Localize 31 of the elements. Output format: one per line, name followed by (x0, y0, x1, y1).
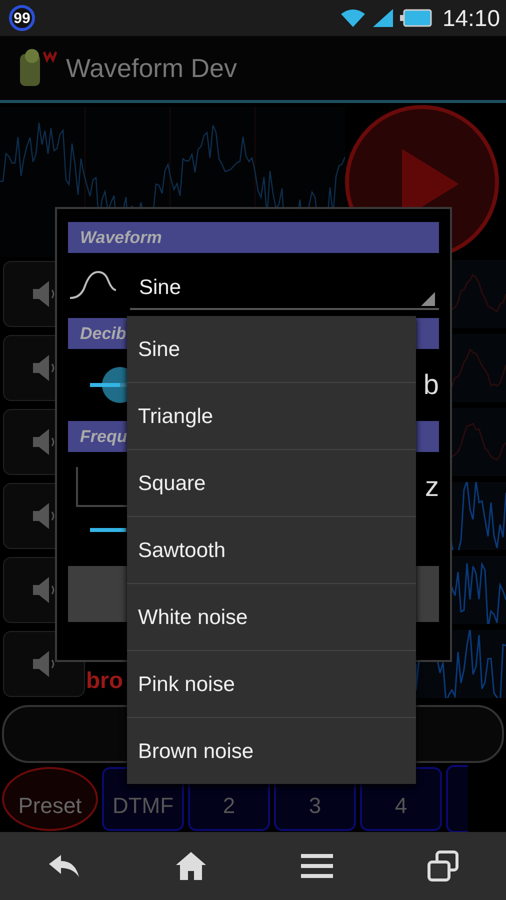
dropdown-option[interactable]: Pink noise (127, 651, 416, 718)
dropdown-option[interactable]: White noise (127, 584, 416, 651)
speaker-icon (31, 353, 57, 383)
tab[interactable]: Preset (2, 767, 98, 831)
unit-label: z (425, 471, 439, 503)
dropdown-arrow-icon (421, 292, 435, 306)
speaker-icon (31, 427, 57, 457)
home-icon[interactable] (175, 851, 207, 881)
battery-icon (400, 9, 432, 27)
speaker-icon (31, 501, 57, 531)
clock-time: 14:10 (442, 4, 500, 32)
speaker-icon (31, 279, 57, 309)
section-header: Waveform (68, 222, 439, 253)
notification-badge: 99 (9, 5, 35, 31)
waveform-dropdown[interactable]: Sine (130, 268, 439, 310)
sine-wave-icon (68, 270, 118, 302)
speaker-icon (31, 649, 57, 679)
signal-icon (372, 8, 394, 28)
wifi-icon (340, 8, 366, 28)
dropdown-option[interactable]: Sawtooth (127, 517, 416, 584)
menu-icon[interactable] (301, 853, 333, 879)
dropdown-option[interactable]: Triangle (127, 383, 416, 450)
app-title: Waveform Dev (66, 52, 237, 84)
recent-apps-icon[interactable] (427, 850, 459, 882)
back-icon[interactable] (47, 853, 81, 879)
speaker-icon (31, 575, 57, 605)
app-logo-icon (18, 48, 58, 88)
dropdown-option[interactable]: Square (127, 450, 416, 517)
unit-label: b (423, 369, 439, 401)
channel-name: bro (86, 667, 124, 693)
dropdown-option[interactable]: Sine (127, 316, 416, 383)
